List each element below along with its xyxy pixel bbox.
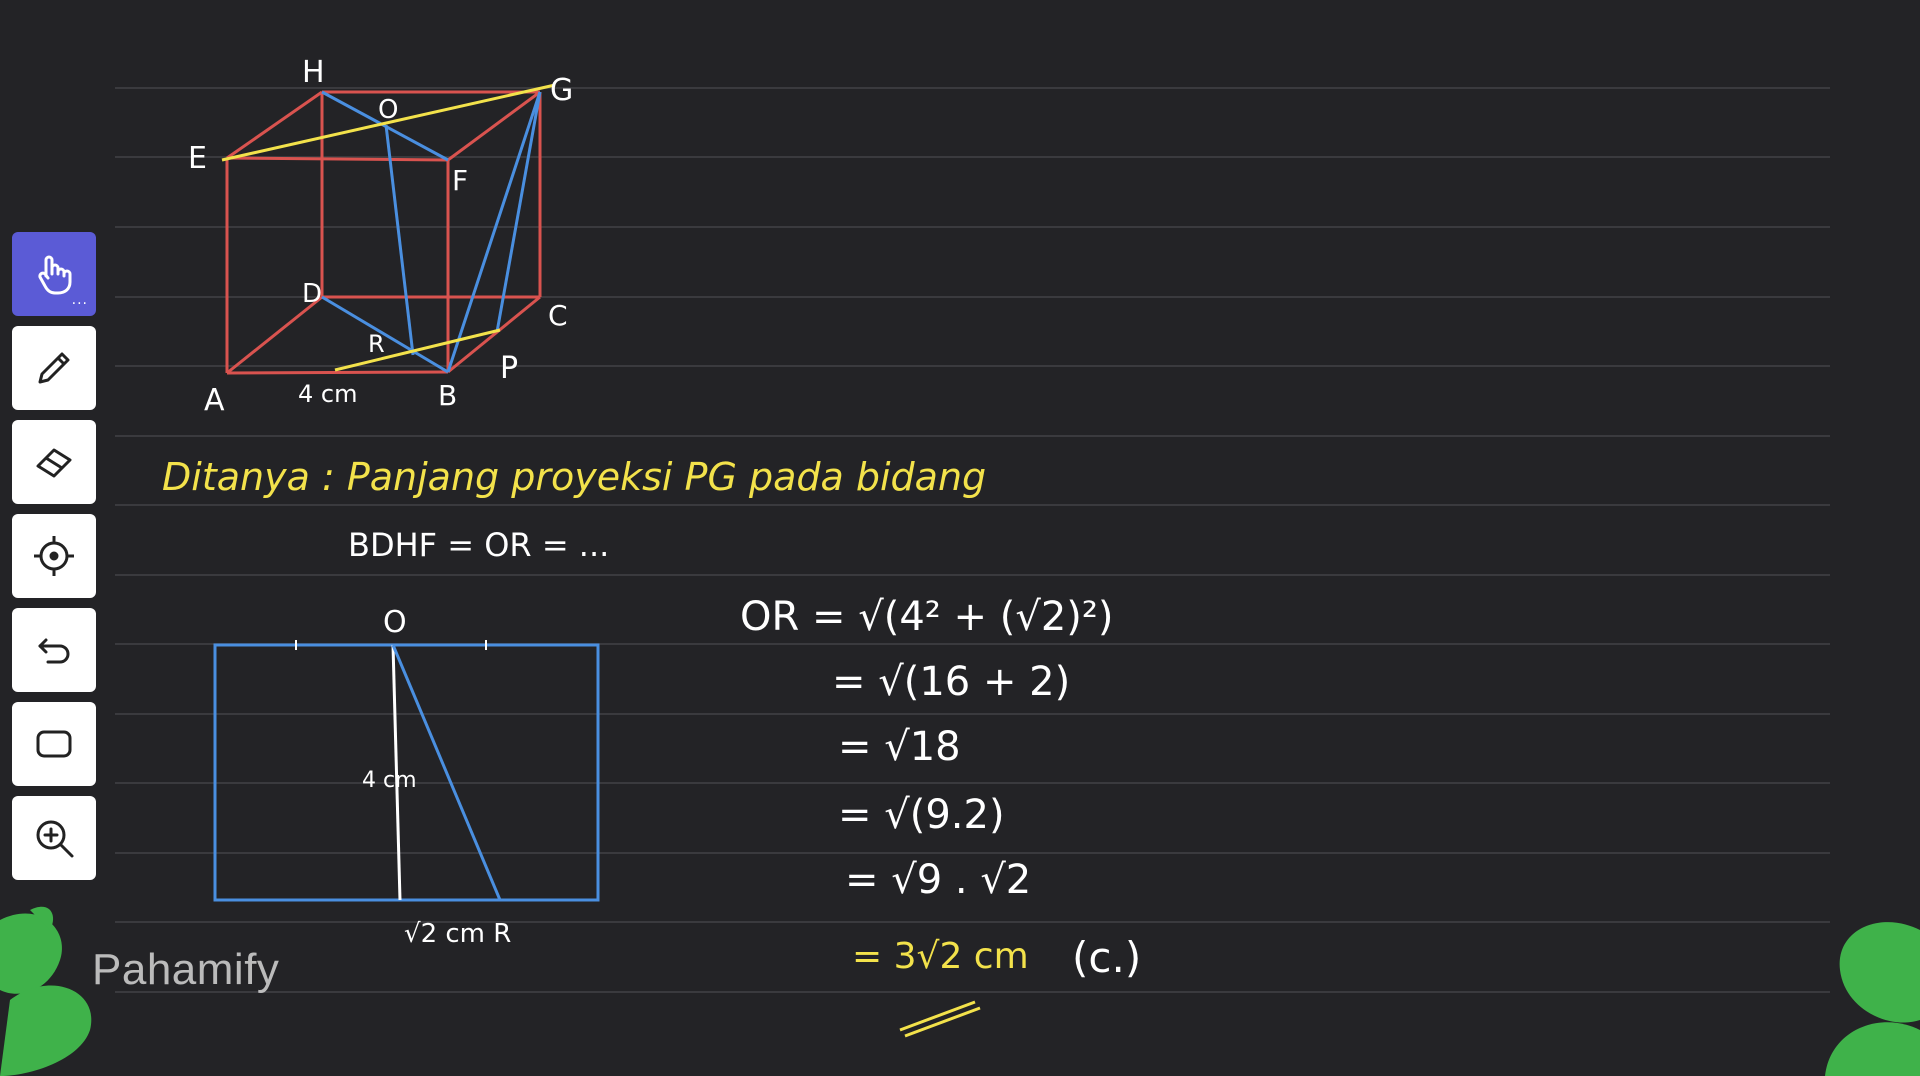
label-g: G bbox=[550, 73, 573, 108]
label-f: F bbox=[452, 164, 468, 197]
label-b: B bbox=[438, 379, 457, 412]
question-line-2: BDHF = OR = ... bbox=[348, 526, 609, 564]
label-o: O bbox=[378, 95, 398, 125]
undo-button[interactable] bbox=[12, 608, 96, 692]
label-c: C bbox=[548, 299, 568, 332]
solution-step-6: = 3√2 cm bbox=[852, 936, 1029, 977]
solution-step-4: = √(9.2) bbox=[838, 792, 1005, 838]
solution-step-2: = √(16 + 2) bbox=[832, 659, 1070, 705]
shape-tool-button[interactable] bbox=[12, 702, 96, 786]
hand-icon bbox=[38, 255, 72, 295]
pencil-tool-button[interactable] bbox=[12, 326, 96, 410]
shape-icon bbox=[36, 730, 72, 758]
pencil-icon bbox=[38, 352, 70, 384]
label-e: E bbox=[188, 141, 207, 176]
drawing-toolbar: ··· bbox=[12, 232, 98, 880]
eraser-tool-button[interactable] bbox=[12, 420, 96, 504]
label-edge-length: 4 cm bbox=[298, 380, 357, 408]
zoom-icon bbox=[36, 820, 74, 858]
answer-choice: (c.) bbox=[1072, 933, 1141, 982]
laser-pointer-icon bbox=[34, 536, 74, 576]
rect-label-side: 4 cm bbox=[362, 768, 417, 793]
undo-icon bbox=[38, 638, 70, 664]
solution-step-1: OR = √(4² + (√2)²) bbox=[740, 594, 1114, 640]
hand-tool-button[interactable]: ··· bbox=[12, 232, 96, 316]
label-a: A bbox=[204, 383, 225, 418]
question-line-1: Ditanya : Panjang proyeksi PG pada bidan… bbox=[162, 455, 986, 499]
label-r: R bbox=[368, 330, 385, 358]
brand-watermark: Pahamify bbox=[92, 945, 280, 994]
rect-label-bottom: √2 cm R bbox=[404, 919, 511, 949]
label-d: D bbox=[302, 279, 322, 309]
leaf-decoration-right bbox=[1825, 922, 1920, 1076]
solution-step-3: = √18 bbox=[838, 724, 961, 770]
label-p: P bbox=[500, 351, 518, 386]
laser-tool-button[interactable] bbox=[12, 514, 96, 598]
eraser-icon bbox=[36, 448, 72, 478]
whiteboard-canvas[interactable]: H G O E F D C R A B P 4 cm Ditanya : Pan… bbox=[0, 0, 1920, 1076]
leaf-decoration-left bbox=[0, 906, 92, 1076]
label-h: H bbox=[302, 55, 325, 90]
rect-label-o: O bbox=[383, 605, 407, 640]
solution-step-5: = √9 . √2 bbox=[845, 857, 1031, 903]
zoom-button[interactable] bbox=[12, 796, 96, 880]
